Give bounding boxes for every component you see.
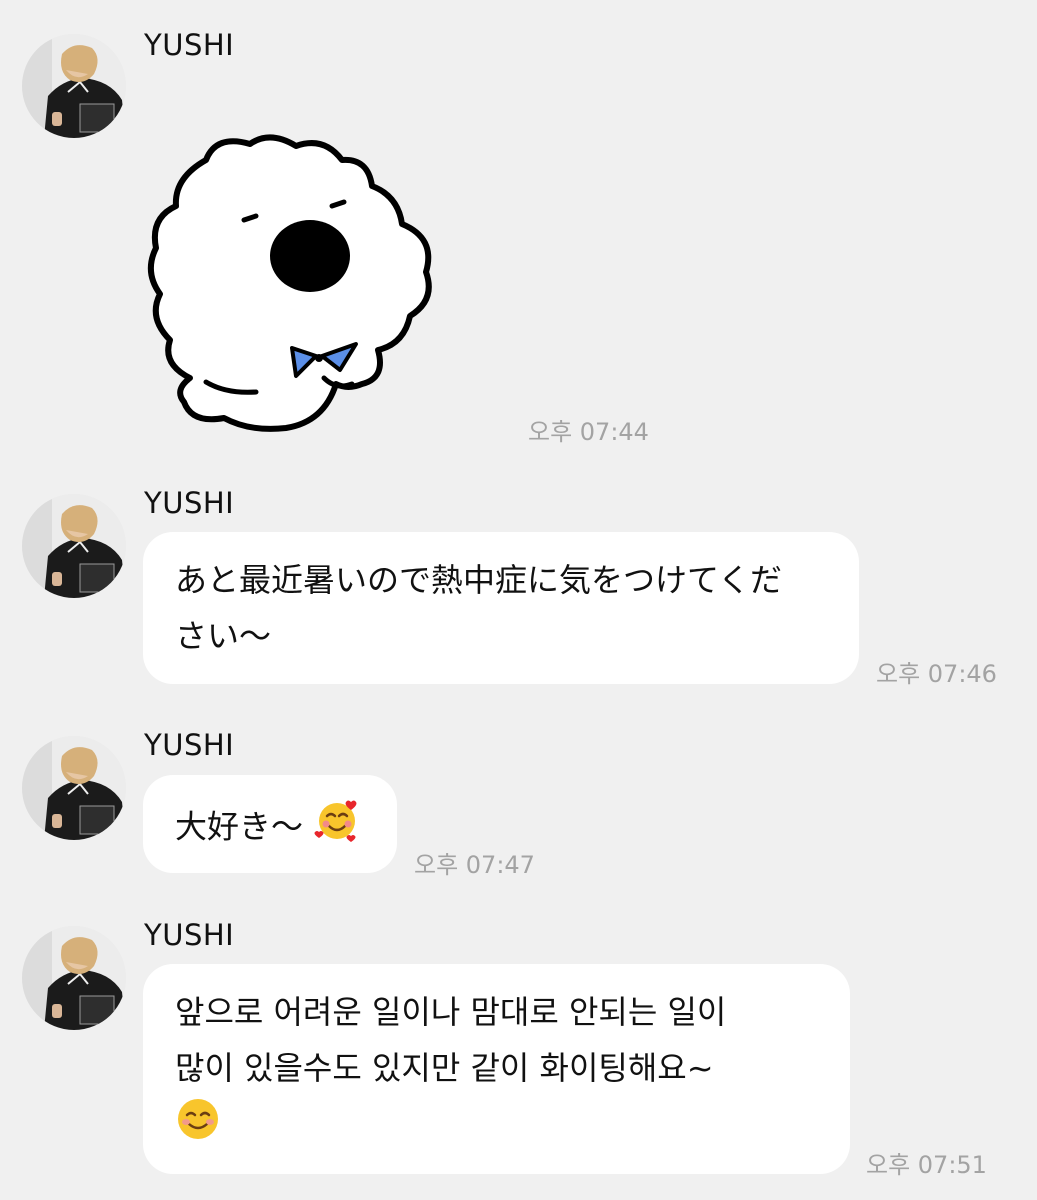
message-text-line: あと最近暑いので熱中症に気をつけてくだ [175, 561, 783, 599]
avatar[interactable] [22, 34, 126, 138]
sender-name: YUSHI [144, 918, 235, 952]
message-text-line: 많이 있을수도 있지만 같이 화이팅해요~ [175, 1049, 714, 1087]
smiling-face-with-hearts-icon [313, 796, 361, 861]
avatar[interactable] [22, 926, 126, 1030]
message-bubble[interactable]: 앞으로 어려운 일이나 맘대로 안되는 일이 많이 있을수도 있지만 같이 화이… [143, 964, 850, 1174]
sender-name: YUSHI [144, 28, 235, 62]
message-timestamp: 오후 07:46 [876, 660, 997, 688]
message-timestamp: 오후 07:44 [528, 418, 649, 446]
sender-name: YUSHI [144, 728, 235, 762]
avatar[interactable] [22, 494, 126, 598]
message-text-line: さい～ [175, 617, 272, 655]
message-text-line: 大好き～ [175, 807, 304, 846]
message-timestamp: 오후 07:51 [866, 1151, 987, 1179]
white-puppy-bowtie-sticker[interactable] [146, 132, 438, 436]
sender-name: YUSHI [144, 486, 235, 520]
smiling-face-icon [175, 1096, 221, 1159]
message-bubble[interactable]: 大好き～ [143, 775, 397, 873]
message-timestamp: 오후 07:47 [414, 851, 535, 879]
message-bubble[interactable]: あと最近暑いので熱中症に気をつけてくだ さい～ [143, 532, 859, 684]
avatar[interactable] [22, 736, 126, 840]
message-text-line: 앞으로 어려운 일이나 맘대로 안되는 일이 [175, 993, 727, 1031]
